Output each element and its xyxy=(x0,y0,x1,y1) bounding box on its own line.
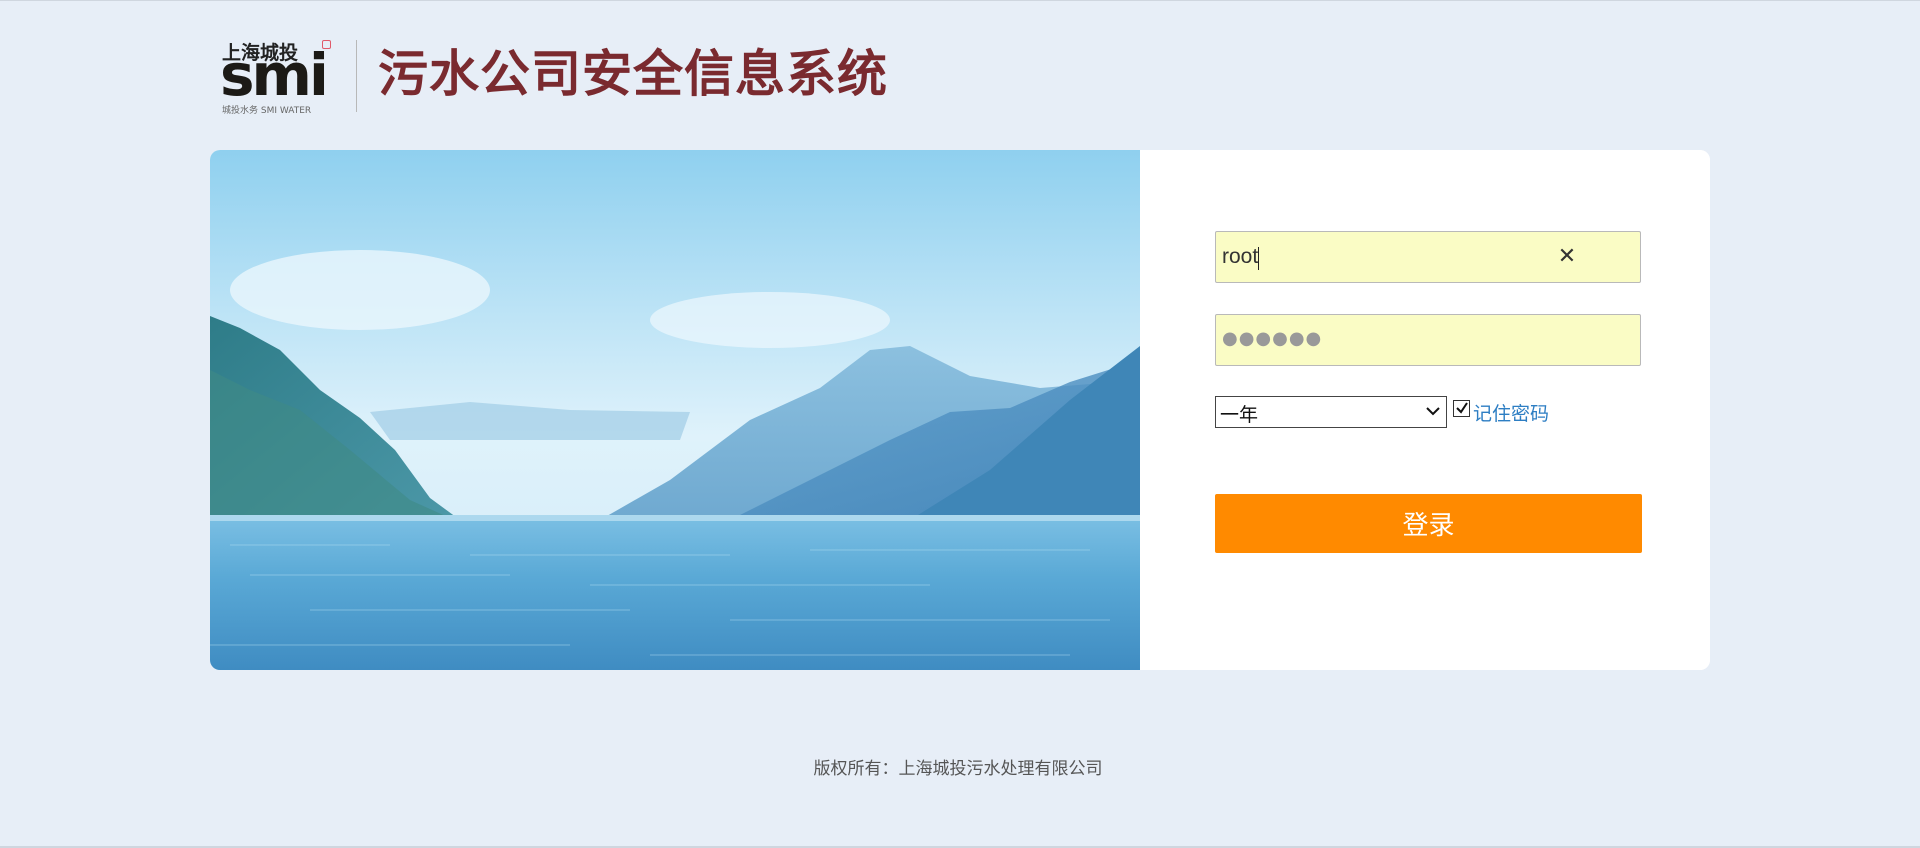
logo-smi-text: smi xyxy=(220,41,329,109)
header: 上海城投 smi 城投水务 SMI WATER 污水公司安全信息系统 xyxy=(220,36,940,116)
close-icon[interactable]: ✕ xyxy=(1554,244,1580,270)
password-mask: ●●●●●● xyxy=(1222,328,1323,349)
scenery-image xyxy=(210,150,1140,670)
login-form: ✕ ●●●●●● 一年 记住密码 登录 xyxy=(1140,150,1710,670)
password-field[interactable]: ●●●●●● xyxy=(1215,314,1641,366)
logo-subtitle: 城投水务 SMI WATER xyxy=(222,106,312,116)
system-title: 污水公司安全信息系统 xyxy=(378,45,888,103)
top-border xyxy=(0,0,1920,1)
chevron-down-icon xyxy=(1426,407,1440,416)
username-field[interactable]: ✕ xyxy=(1215,231,1641,283)
remember-label[interactable]: 记住密码 xyxy=(1473,399,1549,426)
login-card: ✕ ●●●●●● 一年 记住密码 登录 xyxy=(210,150,1710,670)
header-divider xyxy=(356,40,357,112)
text-cursor xyxy=(1258,247,1259,270)
copyright-text: 版权所有：上海城投污水处理有限公司 xyxy=(813,759,1103,779)
login-button[interactable]: 登录 xyxy=(1215,494,1642,553)
remember-duration-select[interactable]: 一年 xyxy=(1215,396,1447,428)
remember-checkbox[interactable] xyxy=(1453,400,1470,417)
footer: 版权所有：上海城投污水处理有限公司 xyxy=(0,754,1920,779)
company-logo: 上海城投 smi 城投水务 SMI WATER xyxy=(220,36,335,116)
checkmark-icon xyxy=(1456,402,1468,414)
duration-value: 一年 xyxy=(1220,404,1259,426)
